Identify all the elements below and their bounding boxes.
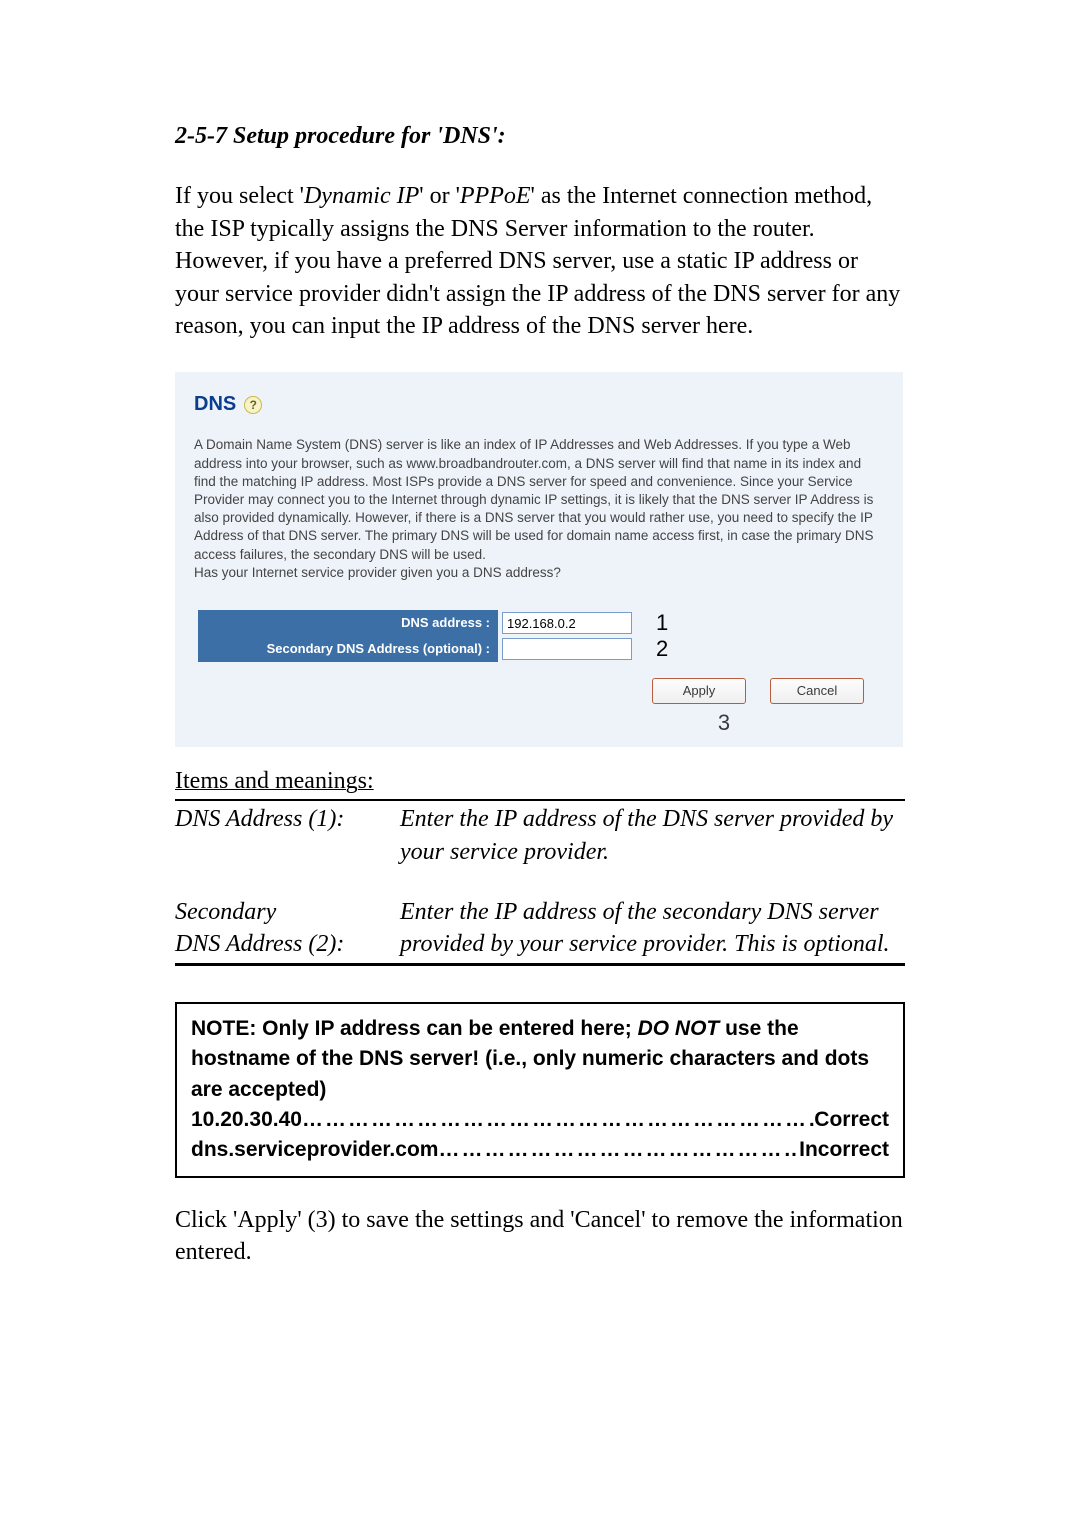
note-ex1-right: Correct [814,1105,889,1135]
items-row-1: DNS Address (1): Enter the IP address of… [175,801,905,870]
secondary-dns-input[interactable] [502,638,632,660]
help-icon[interactable]: ? [244,396,262,414]
note-box: NOTE: Only IP address can be entered her… [175,1002,905,1178]
note-dots-2: …………………………………………... [438,1135,799,1165]
items-term-2: Secondary DNS Address (2): [175,894,400,963]
items-gap [175,870,905,894]
dns-address-row: DNS address : 1 [198,610,678,636]
secondary-dns-cell: 2 [498,636,678,662]
note-ex2-right: Incorrect [799,1135,889,1165]
panel-question: Has your Internet service provider given… [194,565,561,580]
dns-screenshot-panel: DNS ? A Domain Name System (DNS) server … [175,372,903,746]
dns-address-cell: 1 [498,610,678,636]
dns-address-input[interactable] [502,612,632,634]
note-example-correct: 10.20.30.40 …………………………………………………………………… C… [191,1105,889,1135]
panel-desc-text: A Domain Name System (DNS) server is lik… [194,437,874,561]
note-donot: DO NOT [638,1017,720,1040]
panel-title-row: DNS ? [194,391,884,418]
panel-title: DNS [194,391,236,418]
items-heading: Items and meanings: [175,765,905,799]
callout-2: 2 [656,634,668,664]
section-heading: 2-5-7 Setup procedure for 'DNS': [175,120,905,152]
note-ex1-left: 10.20.30.40 [191,1105,302,1135]
callout-3: 3 [194,708,884,738]
items-heading-text: Items and meanings: [175,765,374,797]
note-dots-1: …………………………………………………………………… [302,1105,814,1135]
cancel-button[interactable]: Cancel [770,678,864,704]
intro-dynamic-ip: Dynamic IP [304,183,419,209]
intro-text-2: ' or ' [419,183,460,209]
note-ex2-left: dns.serviceprovider.com [191,1135,438,1165]
items-def-1: Enter the IP address of the DNS server p… [400,801,905,870]
intro-text-1: If you select ' [175,183,304,209]
secondary-dns-label: Secondary DNS Address (optional) : [198,636,498,662]
note-part1: NOTE: Only IP address can be entered her… [191,1017,638,1040]
items-table: DNS Address (1): Enter the IP address of… [175,799,905,966]
note-example-incorrect: dns.serviceprovider.com …………………………………………… [191,1135,889,1165]
items-term-1: DNS Address (1): [175,801,400,870]
apply-button[interactable]: Apply [652,678,746,704]
secondary-dns-row: Secondary DNS Address (optional) : 2 [198,636,678,662]
note-text: NOTE: Only IP address can be entered her… [191,1014,889,1105]
items-row-2: Secondary DNS Address (2): Enter the IP … [175,894,905,963]
closing-paragraph: Click 'Apply' (3) to save the settings a… [175,1204,905,1269]
dns-form: DNS address : 1 Secondary DNS Address (o… [198,610,678,662]
intro-paragraph: If you select 'Dynamic IP' or 'PPPoE' as… [175,180,905,342]
dns-address-label: DNS address : [198,610,498,636]
panel-description: A Domain Name System (DNS) server is lik… [194,436,884,582]
items-def-2: Enter the IP address of the secondary DN… [400,894,905,963]
intro-pppoe: PPPoE [460,183,531,209]
button-row: Apply Cancel [194,678,884,704]
